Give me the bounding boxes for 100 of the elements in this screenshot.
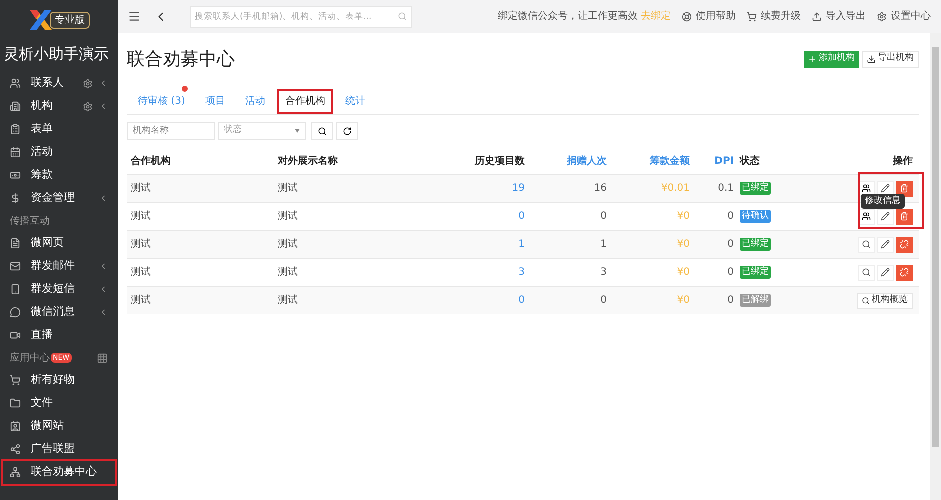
caret-icon xyxy=(295,129,300,133)
sidebar-item[interactable]: 直播 xyxy=(3,324,115,347)
phone-icon xyxy=(10,284,21,295)
contact-card-icon xyxy=(10,421,21,432)
name-filter-field[interactable]: 机构名称 xyxy=(127,122,215,140)
dollar-icon xyxy=(10,193,21,204)
gear-icon[interactable] xyxy=(83,78,93,88)
sidebar-item[interactable]: 微网页 xyxy=(3,232,115,255)
sidebar-item[interactable]: 活动 xyxy=(3,141,115,164)
plus-icon xyxy=(808,54,817,64)
trash-icon xyxy=(900,184,909,193)
top-link[interactable]: 使用帮助 xyxy=(682,9,736,24)
sidebar-item[interactable]: 联合劝募中心 xyxy=(3,461,115,484)
top-link[interactable]: 续费升级 xyxy=(747,9,801,24)
delete-button[interactable] xyxy=(896,180,913,196)
share-icon xyxy=(10,444,21,455)
logo-icon xyxy=(28,8,54,32)
folder-icon xyxy=(10,398,21,409)
search-icon xyxy=(862,296,870,304)
status-tag: 已绑定 xyxy=(740,266,771,279)
table-cell-text: 测试 xyxy=(278,266,298,280)
column-header: 历史项目数 xyxy=(475,154,525,168)
people-icon xyxy=(862,212,871,221)
unbind-button[interactable] xyxy=(896,236,913,252)
amount-cell-text: ¥0 xyxy=(677,266,690,280)
table-cell-text: 0 xyxy=(728,266,734,280)
export-button[interactable]: 导出机构 xyxy=(862,50,919,68)
tooltip: 修改信息 xyxy=(861,194,905,209)
sidebar-item[interactable]: 群发邮件 xyxy=(3,255,115,278)
upload-icon xyxy=(812,12,822,22)
sidebar-item[interactable]: 联系人 xyxy=(3,72,115,95)
cart-icon xyxy=(10,375,21,386)
status-tag: 待确认 xyxy=(740,210,771,223)
overview-button[interactable]: 机构概览 xyxy=(857,292,913,308)
envelope-icon xyxy=(10,261,21,272)
clipboard-icon xyxy=(10,124,21,135)
notice-text: 绑定微信公众号，让工作更高效 xyxy=(498,10,638,24)
sidebar-item[interactable]: 表单 xyxy=(3,118,115,141)
view-button[interactable] xyxy=(858,236,875,252)
column-header: 状态 xyxy=(740,154,760,168)
table-cell-text: 1 xyxy=(600,238,607,252)
sidebar-item[interactable]: 文件 xyxy=(3,392,115,415)
lifebuoy-icon xyxy=(682,12,692,22)
refresh-button[interactable] xyxy=(336,122,358,140)
table-cell-text: 测试 xyxy=(131,210,151,224)
gear-icon[interactable] xyxy=(83,102,93,112)
menu-icon[interactable] xyxy=(128,10,141,23)
download-icon xyxy=(867,54,876,64)
table-cell-text: 0.1 xyxy=(718,182,734,196)
table-cell-text: 测试 xyxy=(131,238,151,252)
table-cell-text: 0 xyxy=(600,294,607,308)
amount-cell-text: ¥0 xyxy=(677,210,690,224)
table-cell-text: 测试 xyxy=(131,294,151,308)
cart-icon xyxy=(747,12,757,22)
sidebar-item[interactable]: 微信消息 xyxy=(3,301,115,324)
broken-link-icon xyxy=(900,240,909,249)
status-tag: 已解绑 xyxy=(740,294,771,307)
sidebar-item[interactable]: 筹款 xyxy=(3,164,115,187)
table-cell-text: 3 xyxy=(600,266,607,280)
table-cell-text: 0 xyxy=(728,238,734,252)
sidebar-item[interactable]: 微网站 xyxy=(3,415,115,438)
search-button[interactable] xyxy=(311,122,333,140)
view-button[interactable] xyxy=(858,264,875,280)
edit-button[interactable] xyxy=(877,264,894,280)
sidebar-item[interactable]: 析有好物 xyxy=(3,369,115,392)
column-header: 操作 xyxy=(893,154,913,168)
broken-link-icon xyxy=(900,268,909,277)
banknote-icon xyxy=(10,170,21,181)
search-icon xyxy=(318,126,326,136)
page-title: 联合劝募中心 xyxy=(127,48,235,72)
building-icon xyxy=(10,101,21,112)
table-cell-text: 0 xyxy=(600,210,607,224)
grid-icon[interactable] xyxy=(97,352,108,364)
sidebar-item[interactable]: 广告联盟 xyxy=(3,438,115,461)
status-tag: 已绑定 xyxy=(740,238,771,251)
table-cell-text: 测试 xyxy=(131,182,151,196)
edit-button[interactable] xyxy=(877,208,894,224)
top-link[interactable]: 设置中心 xyxy=(877,9,931,24)
section-header: 传播互动 xyxy=(10,214,50,228)
sidebar-item[interactable]: 群发短信 xyxy=(3,278,115,301)
search-field[interactable]: 搜索联系人(手机邮箱)、机构、活动、表单... xyxy=(190,6,412,28)
tab[interactable]: 合作机构 xyxy=(279,91,332,112)
users-icon xyxy=(10,78,21,89)
amount-cell-text: ¥0 xyxy=(677,294,690,308)
table-cell-text: 16 xyxy=(594,182,607,196)
column-header: 对外展示名称 xyxy=(278,154,338,168)
edition-badge: 专业版 xyxy=(50,12,90,28)
refresh-icon xyxy=(342,126,352,136)
pencil-icon xyxy=(881,212,890,221)
sidebar-item[interactable]: 资金管理 xyxy=(3,187,115,210)
tab[interactable]: 项目 xyxy=(199,91,232,112)
sidebar-item[interactable]: 机构 xyxy=(3,95,115,118)
top-link[interactable]: 导入导出 xyxy=(812,9,866,24)
edit-button[interactable] xyxy=(877,236,894,252)
column-header: 合作机构 xyxy=(131,154,171,168)
unbind-button[interactable] xyxy=(896,264,913,280)
network-icon xyxy=(10,467,21,478)
search-icon xyxy=(862,268,871,277)
pencil-icon xyxy=(881,268,890,277)
settings-icon xyxy=(877,12,887,22)
